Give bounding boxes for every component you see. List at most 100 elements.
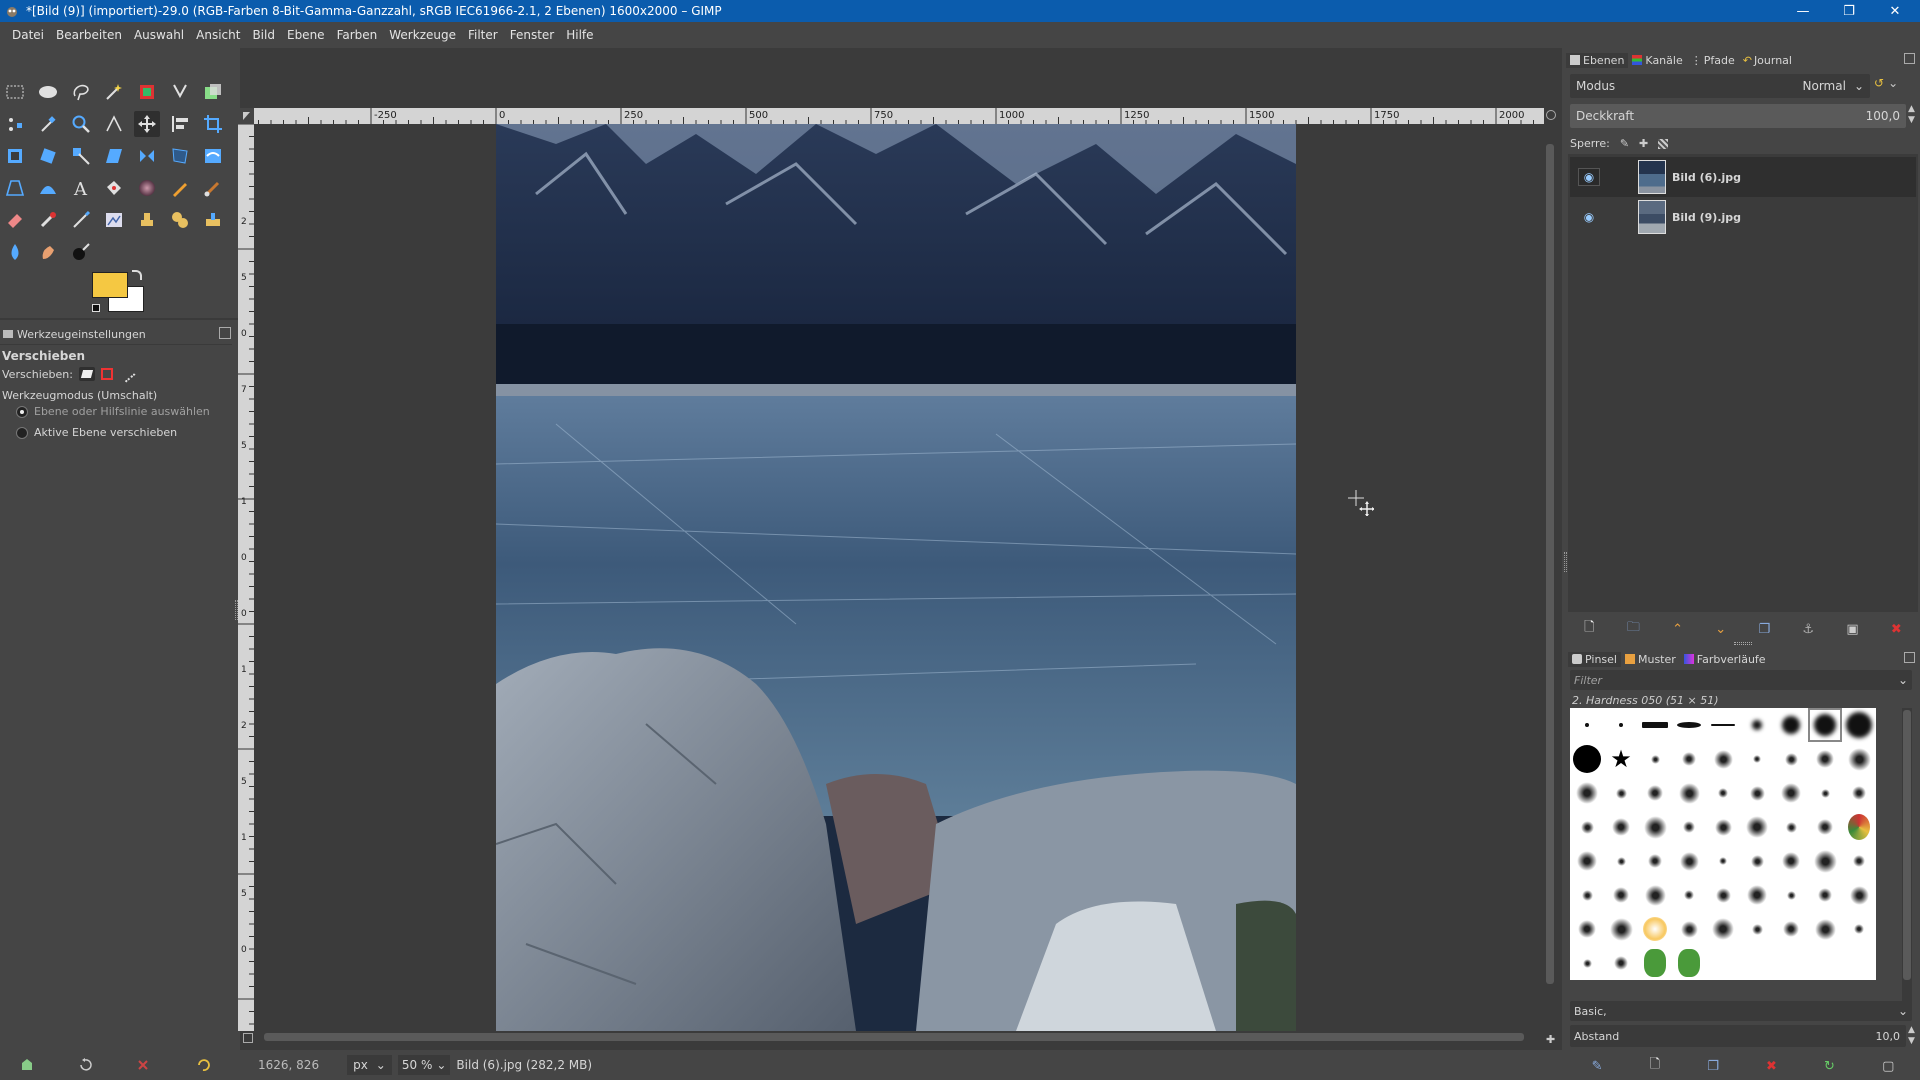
heal-tool-icon[interactable]: [167, 207, 193, 233]
restore-options-icon[interactable]: [78, 1058, 92, 1075]
brush-item[interactable]: [1570, 912, 1604, 946]
delete-options-icon[interactable]: [136, 1058, 150, 1075]
panel-menu-icon[interactable]: [219, 327, 231, 339]
opacity-spinner[interactable]: Deckkraft 100,0: [1570, 104, 1906, 128]
vertical-scrollbar[interactable]: [1544, 124, 1556, 1031]
brush-item[interactable]: [1774, 810, 1808, 844]
brush-item[interactable]: [1638, 946, 1672, 980]
image-canvas[interactable]: [496, 124, 1296, 1031]
delete-brush-icon[interactable]: ✖: [1766, 1059, 1777, 1074]
radio-move-active-layer[interactable]: [16, 426, 28, 439]
brush-item[interactable]: [1808, 878, 1842, 912]
tab-pinsel[interactable]: Pinsel: [1568, 651, 1621, 667]
layer-row[interactable]: ◉ Bild (9).jpg: [1570, 197, 1916, 237]
brush-item[interactable]: [1740, 776, 1774, 810]
brush-item[interactable]: [1570, 878, 1604, 912]
brush-item[interactable]: [1638, 912, 1672, 946]
brushes-dock-menu-icon[interactable]: [1904, 652, 1915, 663]
edit-brush-icon[interactable]: ✎: [1592, 1059, 1603, 1074]
dodge-burn-tool-icon[interactable]: [68, 239, 94, 265]
brush-item[interactable]: [1808, 912, 1842, 946]
brush-item[interactable]: [1570, 742, 1604, 776]
brush-spacing-spinner[interactable]: Abstand 10,0: [1570, 1025, 1906, 1047]
brush-item[interactable]: [1808, 776, 1842, 810]
zoom-select[interactable]: 50 % ⌄: [397, 1055, 451, 1075]
scale-tool-icon[interactable]: [68, 143, 94, 169]
layer-name[interactable]: Bild (9).jpg: [1672, 211, 1741, 224]
tab-pfade[interactable]: ⋮ Pfade: [1687, 53, 1739, 68]
layer-mask-icon[interactable]: ▣: [1846, 622, 1858, 637]
shear-tool-icon[interactable]: [101, 143, 127, 169]
minimize-button[interactable]: —: [1780, 0, 1826, 22]
select-by-color-tool-icon[interactable]: [134, 79, 160, 105]
brush-item[interactable]: [1842, 878, 1876, 912]
color-picker-tool-icon[interactable]: [35, 111, 61, 137]
brush-item[interactable]: [1808, 708, 1842, 742]
menu-datei[interactable]: Datei: [6, 28, 50, 42]
vertical-ruler[interactable]: 2 5 0 7 5 1 0 0 1 2 5 1 5 0: [238, 124, 254, 1031]
brush-item[interactable]: [1706, 776, 1740, 810]
brush-item[interactable]: [1570, 844, 1604, 878]
eye-icon[interactable]: ◉: [1578, 168, 1600, 186]
brush-item[interactable]: [1808, 844, 1842, 878]
refresh-brushes-icon[interactable]: ↻: [1824, 1059, 1835, 1074]
brush-item[interactable]: [1774, 878, 1808, 912]
brush-item[interactable]: [1604, 844, 1638, 878]
tab-ebenen[interactable]: Ebenen: [1566, 52, 1629, 68]
brush-item[interactable]: [1672, 912, 1706, 946]
menu-bearbeiten[interactable]: Bearbeiten: [50, 28, 128, 42]
cage-transform-tool-icon[interactable]: [167, 143, 193, 169]
swap-colors-icon[interactable]: [132, 270, 142, 280]
brush-item[interactable]: [1706, 844, 1740, 878]
lower-layer-icon[interactable]: ⌄: [1715, 622, 1726, 637]
brush-item[interactable]: [1638, 708, 1672, 742]
brush-item[interactable]: [1740, 844, 1774, 878]
brush-item[interactable]: [1604, 776, 1638, 810]
layer-mode-select[interactable]: Modus Normal ⌄: [1570, 74, 1870, 98]
horizontal-scrollbar[interactable]: [254, 1031, 1544, 1043]
anchor-layer-icon[interactable]: ⚓: [1802, 622, 1814, 637]
brush-item[interactable]: [1842, 912, 1876, 946]
lasso-tool-icon[interactable]: [68, 79, 94, 105]
spacing-stepper-icon[interactable]: ▲ ▼: [1908, 1025, 1915, 1047]
menu-bild[interactable]: Bild: [246, 28, 281, 42]
brush-item[interactable]: [1570, 946, 1604, 980]
opacity-stepper-icon[interactable]: ▲ ▼: [1908, 104, 1915, 126]
brush-item[interactable]: [1604, 912, 1638, 946]
rect-select-tool-icon[interactable]: [2, 79, 28, 105]
brush-item[interactable]: [1638, 844, 1672, 878]
eye-icon[interactable]: ◉: [1578, 208, 1600, 226]
brush-item[interactable]: [1842, 776, 1876, 810]
delete-layer-icon[interactable]: ✖: [1891, 622, 1902, 637]
layer-name[interactable]: Bild (6).jpg: [1672, 171, 1741, 184]
fuzzy-select-tool-icon[interactable]: [101, 79, 127, 105]
brush-item[interactable]: [1604, 878, 1638, 912]
brush-item[interactable]: [1740, 708, 1774, 742]
perspective-clone-tool-icon[interactable]: [200, 207, 226, 233]
brush-item[interactable]: ★: [1604, 742, 1638, 776]
brush-grid-scrollbar-thumb[interactable]: [1903, 710, 1911, 980]
brush-item[interactable]: [1740, 912, 1774, 946]
rotate-tool-icon[interactable]: [35, 143, 61, 169]
brush-item[interactable]: [1740, 742, 1774, 776]
new-layer-group-icon[interactable]: 🗀: [1627, 618, 1640, 640]
pencil-tool-icon[interactable]: [167, 175, 193, 201]
move-layer-toggle-icon[interactable]: [78, 367, 95, 381]
foreground-select-tool-icon[interactable]: [200, 79, 226, 105]
ink-tool-icon[interactable]: [68, 207, 94, 233]
brush-item[interactable]: [1808, 810, 1842, 844]
menu-ansicht[interactable]: Ansicht: [190, 28, 246, 42]
bucket-fill-tool-icon[interactable]: [101, 175, 127, 201]
airbrush-tool-icon[interactable]: [35, 207, 61, 233]
dock-resize-handle[interactable]: [1734, 642, 1752, 645]
brush-item[interactable]: [1638, 810, 1672, 844]
clone-tool-icon[interactable]: [134, 207, 160, 233]
menu-filter[interactable]: Filter: [462, 28, 504, 42]
quick-mask-toggle-icon[interactable]: [243, 1033, 253, 1043]
restore-button[interactable]: ❐: [1826, 0, 1872, 22]
brush-item[interactable]: [1774, 844, 1808, 878]
brush-item[interactable]: [1740, 878, 1774, 912]
unified-transform-tool-icon[interactable]: [2, 143, 28, 169]
menu-auswahl[interactable]: Auswahl: [128, 28, 190, 42]
brush-grid-scrollbar[interactable]: [1902, 708, 1912, 1004]
